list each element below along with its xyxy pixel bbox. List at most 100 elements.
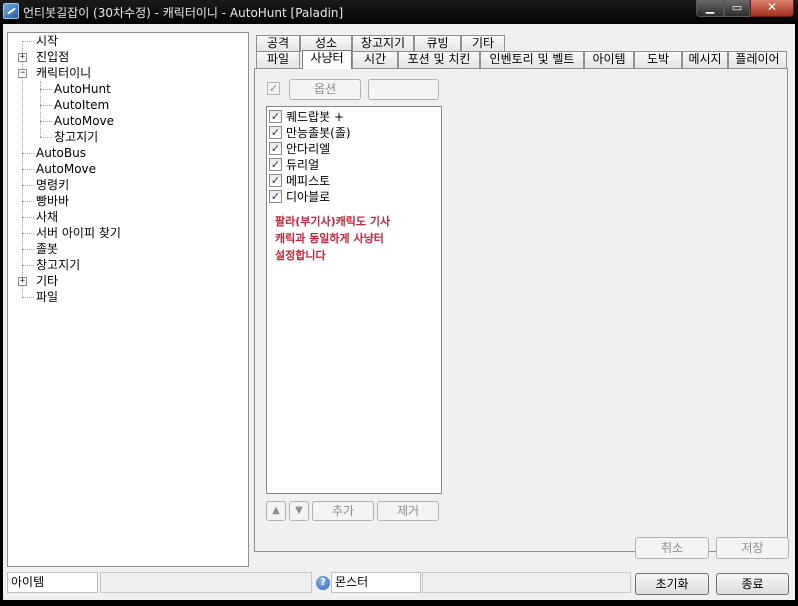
tree-connector <box>22 169 34 170</box>
list-item-label: 듀리얼 <box>286 158 320 172</box>
option-checkbox[interactable]: ✓ <box>267 82 280 95</box>
list-item-label: 만능졸봇(졸) <box>286 126 351 140</box>
tree-item-bbangbaba[interactable]: 빵바바 <box>36 193 69 209</box>
tree-item-label: AutoMove <box>36 162 97 176</box>
tab-potion-chicken[interactable]: 포션 및 치킨 <box>398 51 480 68</box>
tree-item-label: 캐릭터이니 <box>36 66 92 80</box>
tree-item-label: 진입점 <box>36 50 70 64</box>
exit-button[interactable]: 종료 <box>716 573 789 595</box>
list-item-checkbox[interactable]: ✓ <box>269 174 282 187</box>
tab-file[interactable]: 파일 <box>256 51 300 68</box>
save-button[interactable]: 저장 <box>716 537 789 559</box>
tree-item-label: AutoHunt <box>54 82 111 96</box>
list-item-checkbox[interactable]: ✓ <box>269 142 282 155</box>
tree-item-label: 기타 <box>36 274 59 288</box>
tree-connector <box>40 89 52 90</box>
item-value-field[interactable] <box>100 572 312 593</box>
tab-hunting-ground[interactable]: 사냥터 <box>302 50 352 69</box>
tree-item-label: AutoBus <box>36 146 86 160</box>
tab-storage[interactable]: 창고지기 <box>352 35 414 52</box>
tree-item-jolbot[interactable]: 졸봇 <box>36 241 58 257</box>
client-area: 시작 + 진입점 − 캐릭터이니 AutoHunt AutoItem AutoM… <box>3 24 795 600</box>
list-item-label: 안다리엘 <box>286 142 331 156</box>
arrow-down-icon: ▼ <box>295 505 303 516</box>
tree-item-server-ip[interactable]: 서버 아이피 찾기 <box>36 225 121 241</box>
tree-item-label: AutoMove <box>54 114 115 128</box>
tree-item-automove-child[interactable]: AutoMove <box>54 113 114 129</box>
add-button[interactable]: 추가 <box>312 501 374 521</box>
collapse-icon[interactable]: − <box>18 69 27 78</box>
tab-player[interactable]: 플레이어 <box>728 51 787 68</box>
window-title: 언티봇길잡이 (30차수정) - 캐릭터이니 - AutoHunt [Palad… <box>23 6 344 20</box>
tab-inventory-belt[interactable]: 인벤토리 및 벨트 <box>480 51 584 68</box>
tree-item-entry[interactable]: 진입점 <box>36 49 69 65</box>
tree-connector <box>22 233 34 234</box>
help-icon[interactable]: ? <box>316 576 330 590</box>
remove-button[interactable]: 제거 <box>377 501 439 521</box>
list-item-checkbox[interactable]: ✓ <box>269 158 282 171</box>
tree-item-label: 서버 아이피 찾기 <box>36 226 121 240</box>
tree-item-loan[interactable]: 사채 <box>36 209 58 225</box>
hunting-ground-list[interactable]: ✓ 퀘드랍봇 + ✓ 만능졸봇(졸) ✓ 안다리엘 ✓ 듀리얼 ✓ 메피스토 ✓ 디아블로 … <box>266 106 442 494</box>
list-item-label: 퀘드랍봇 + <box>286 110 345 124</box>
maximize-button[interactable]: ▭ <box>724 0 750 17</box>
tree-item-character[interactable]: 캐릭터이니 <box>36 65 91 81</box>
tree-item-commands[interactable]: 명령키 <box>36 177 69 193</box>
minimize-button[interactable]: ▁ <box>696 0 724 17</box>
blank-button[interactable] <box>368 79 439 100</box>
tree-item-storage[interactable]: 창고지기 <box>36 257 80 273</box>
arrow-up-icon: ▲ <box>272 505 280 516</box>
close-button[interactable]: ✕ <box>750 0 794 17</box>
tree-item-autoitem[interactable]: AutoItem <box>54 97 109 113</box>
tree-connector <box>22 297 34 298</box>
cancel-button[interactable]: 취소 <box>635 537 709 559</box>
reset-button[interactable]: 초기화 <box>635 573 709 595</box>
expand-icon[interactable]: + <box>18 277 27 286</box>
title-bar: 언티봇길잡이 (30차수정) - 캐릭터이니 - AutoHunt [Palad… <box>0 0 798 22</box>
tab-attack[interactable]: 공격 <box>256 35 300 52</box>
tree-item-etc[interactable]: 기타 <box>36 273 58 289</box>
tree-item-automove[interactable]: AutoMove <box>36 161 96 177</box>
maximize-icon: ▭ <box>731 1 743 14</box>
tree-connector <box>40 105 52 106</box>
navigation-tree[interactable]: 시작 + 진입점 − 캐릭터이니 AutoHunt AutoItem AutoM… <box>7 32 249 567</box>
tree-item-file[interactable]: 파일 <box>36 289 58 305</box>
hunting-ground-panel: ✓ 옵션 ✓ 퀘드랍봇 + ✓ 만능졸봇(졸) ✓ 안다리엘 ✓ 듀리얼 ✓ 메피스토 ✓… <box>254 68 788 552</box>
list-item-checkbox[interactable]: ✓ <box>269 126 282 139</box>
tab-message[interactable]: 메시지 <box>682 51 728 68</box>
list-item-checkbox[interactable]: ✓ <box>269 190 282 203</box>
tree-connector <box>22 201 34 202</box>
tree-item-label: 창고지기 <box>36 258 81 272</box>
list-item-checkbox[interactable]: ✓ <box>269 110 282 123</box>
tree-connector <box>22 153 34 154</box>
tree-item-autohunt[interactable]: AutoHunt <box>54 81 111 97</box>
tab-etc[interactable]: 기타 <box>461 35 505 52</box>
app-icon[interactable] <box>3 3 19 19</box>
list-item-label: 메피스토 <box>286 174 331 188</box>
tab-gamble[interactable]: 도박 <box>634 51 682 68</box>
tree-item-label: 명령키 <box>36 178 70 192</box>
tree-item-autobus[interactable]: AutoBus <box>36 145 86 161</box>
tree-connector <box>40 137 52 138</box>
tree-connector <box>22 41 34 42</box>
expand-icon[interactable]: + <box>18 53 27 62</box>
tree-item-storage-child[interactable]: 창고지기 <box>54 129 98 145</box>
tree-item-label: AutoItem <box>54 98 110 112</box>
item-label-field: 아이템 <box>7 572 98 593</box>
monster-value-field[interactable] <box>422 572 631 593</box>
tab-items[interactable]: 아이템 <box>584 51 634 68</box>
tree-item-label: 사채 <box>36 210 59 224</box>
tree-connector <box>40 121 52 122</box>
tree-item-label: 시작 <box>36 34 59 48</box>
tab-cubing[interactable]: 큐빙 <box>414 35 461 52</box>
move-down-button[interactable]: ▼ <box>289 501 309 521</box>
option-button[interactable]: 옵션 <box>289 79 361 100</box>
tree-item-label: 졸봇 <box>36 242 59 256</box>
tree-connector <box>22 217 34 218</box>
tree-item-label: 빵바바 <box>36 194 70 208</box>
monster-label-field: 몬스터 <box>331 572 421 593</box>
tree-item-start[interactable]: 시작 <box>36 33 58 49</box>
move-up-button[interactable]: ▲ <box>266 501 286 521</box>
note-line: 팔라(부기사)캐릭도 기사 <box>275 215 391 228</box>
tab-time[interactable]: 시간 <box>352 51 398 68</box>
